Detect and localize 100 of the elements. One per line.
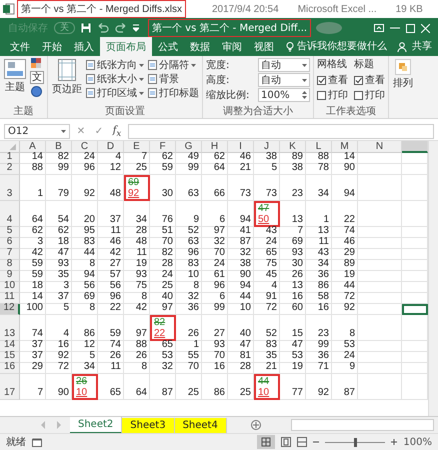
customize-icon[interactable] xyxy=(133,24,139,32)
effects-icon[interactable] xyxy=(31,86,43,97)
ribbon-tab[interactable]: 文件 xyxy=(4,37,36,56)
page-break-view-icon[interactable] xyxy=(297,437,308,447)
page-layout-view-icon[interactable] xyxy=(281,437,292,447)
option-checkbox[interactable]: 查看 xyxy=(317,73,348,87)
empty-cell xyxy=(358,201,402,227)
column-header[interactable]: B xyxy=(46,141,72,153)
table-cell: 11 xyxy=(98,363,124,374)
ribbon-display-icon[interactable] xyxy=(374,24,384,32)
scale-field[interactable]: 自动 xyxy=(258,73,310,87)
row-header[interactable]: 2 xyxy=(0,164,20,175)
margins-button[interactable]: 页边距 xyxy=(51,58,83,97)
ribbon-tab[interactable]: 页面布局 xyxy=(100,37,152,56)
row-header[interactable]: 7 xyxy=(0,249,20,260)
table-cell: 81 xyxy=(228,352,254,363)
table-cell: 19 xyxy=(332,271,358,282)
row-header[interactable]: 16 xyxy=(0,363,20,374)
page-setup-command[interactable]: 打印标题 xyxy=(148,86,199,100)
row-header[interactable]: 15 xyxy=(0,352,20,363)
table-cell: 99 xyxy=(176,164,202,175)
horizontal-scrollbar[interactable] xyxy=(290,419,434,431)
table-cell: 73 xyxy=(254,175,280,201)
undo-icon[interactable] xyxy=(97,23,109,33)
table-cell: 11 xyxy=(98,227,124,238)
row-header[interactable]: 1 xyxy=(0,153,20,164)
share-button[interactable]: 共享 xyxy=(410,39,434,56)
themes-button[interactable]: 主题 xyxy=(3,58,27,95)
column-header[interactable]: C xyxy=(72,141,98,153)
ribbon-tab[interactable]: 视图 xyxy=(248,37,280,56)
zoom-level[interactable]: 100% xyxy=(403,436,432,448)
column-header[interactable]: D xyxy=(98,141,124,153)
column-header[interactable]: M xyxy=(332,141,358,153)
row-header[interactable]: 14 xyxy=(0,341,20,352)
page-setup-command[interactable]: 纸张大小 xyxy=(86,72,144,86)
page-setup-command[interactable]: 分隔符 xyxy=(148,58,199,72)
sheet-tab[interactable]: Sheet4 xyxy=(174,418,227,432)
column-header[interactable]: A xyxy=(20,141,46,153)
row-header[interactable]: 5 xyxy=(0,227,20,238)
field-label: 缩放比例: xyxy=(206,88,250,102)
name-box[interactable]: O12 xyxy=(4,124,70,138)
column-header[interactable]: H xyxy=(202,141,228,153)
column-header[interactable]: F xyxy=(150,141,176,153)
row-header[interactable]: 6 xyxy=(0,238,20,249)
zoom-out-icon[interactable] xyxy=(313,439,320,445)
row-header[interactable]: 13 xyxy=(0,315,20,341)
vertical-scrollbar[interactable] xyxy=(428,141,438,416)
sheet-tab[interactable]: Sheet2 xyxy=(70,416,122,434)
ribbon-tab[interactable]: 数据 xyxy=(184,37,216,56)
fonts-button[interactable]: 文 xyxy=(30,71,44,84)
table-cell: 26 xyxy=(280,271,306,282)
formula-input[interactable] xyxy=(128,124,434,138)
column-header[interactable]: N xyxy=(358,141,402,153)
file-name[interactable]: 第一个 vs 第二个 - Merged Diffs.xlsx xyxy=(18,1,185,17)
empty-cell xyxy=(358,175,402,201)
table-cell: 4 xyxy=(46,315,72,341)
page-setup-command[interactable]: 打印区域 xyxy=(86,86,144,100)
row-header[interactable]: 8 xyxy=(0,260,20,271)
column-header[interactable]: L xyxy=(306,141,332,153)
row-header[interactable]: 11 xyxy=(0,293,20,304)
column-header[interactable]: E xyxy=(124,141,150,153)
scale-field[interactable]: 100% xyxy=(258,88,310,102)
table-cell: 52 xyxy=(254,315,280,341)
option-checkbox[interactable]: 打印 xyxy=(354,88,385,102)
add-sheet-icon[interactable] xyxy=(250,420,261,430)
macro-record-icon[interactable] xyxy=(32,438,42,446)
ribbon-tab[interactable]: 插入 xyxy=(68,37,100,56)
ribbon-tab[interactable]: 开始 xyxy=(36,37,68,56)
row-header[interactable]: 4 xyxy=(0,201,20,227)
zoom-slider[interactable] xyxy=(354,438,358,446)
sheet-tab[interactable]: Sheet3 xyxy=(122,418,175,432)
normal-view-icon[interactable] xyxy=(257,435,276,449)
option-checkbox[interactable]: 查看 xyxy=(354,73,385,87)
column-header[interactable]: G xyxy=(176,141,202,153)
caret-icon xyxy=(302,78,307,82)
redo-icon[interactable] xyxy=(115,23,127,33)
scale-field[interactable]: 自动 xyxy=(258,58,310,72)
zoom-in-icon[interactable] xyxy=(391,439,398,445)
page-setup-command[interactable]: 纸张方向 xyxy=(86,58,144,72)
page-setup-command[interactable]: 背景 xyxy=(148,72,199,86)
close-icon[interactable] xyxy=(421,24,430,32)
tell-me-search[interactable]: 告诉我你想要做什么 xyxy=(297,39,387,56)
row-header[interactable]: 10 xyxy=(0,282,20,293)
column-header[interactable] xyxy=(402,141,428,153)
row-header[interactable]: 9 xyxy=(0,271,20,282)
row-header[interactable]: 12 xyxy=(0,304,20,315)
ribbon-tab[interactable]: 公式 xyxy=(152,37,184,56)
row-header[interactable]: 3 xyxy=(0,175,20,201)
row-header[interactable]: 17 xyxy=(0,374,20,400)
arrange-button[interactable]: 排列 xyxy=(392,58,414,91)
insert-function-button[interactable]: f$_{x}$ xyxy=(110,124,124,138)
table-cell: 92 xyxy=(332,304,358,315)
table-cell: 86 xyxy=(72,315,98,341)
ribbon-tab[interactable]: 审阅 xyxy=(216,37,248,56)
option-checkbox[interactable]: 打印 xyxy=(317,88,348,102)
column-header[interactable]: J xyxy=(254,141,280,153)
maximize-icon[interactable] xyxy=(406,24,415,32)
colors-icon[interactable] xyxy=(31,58,43,69)
column-header[interactable]: I xyxy=(228,141,254,153)
column-header[interactable]: K xyxy=(280,141,306,153)
